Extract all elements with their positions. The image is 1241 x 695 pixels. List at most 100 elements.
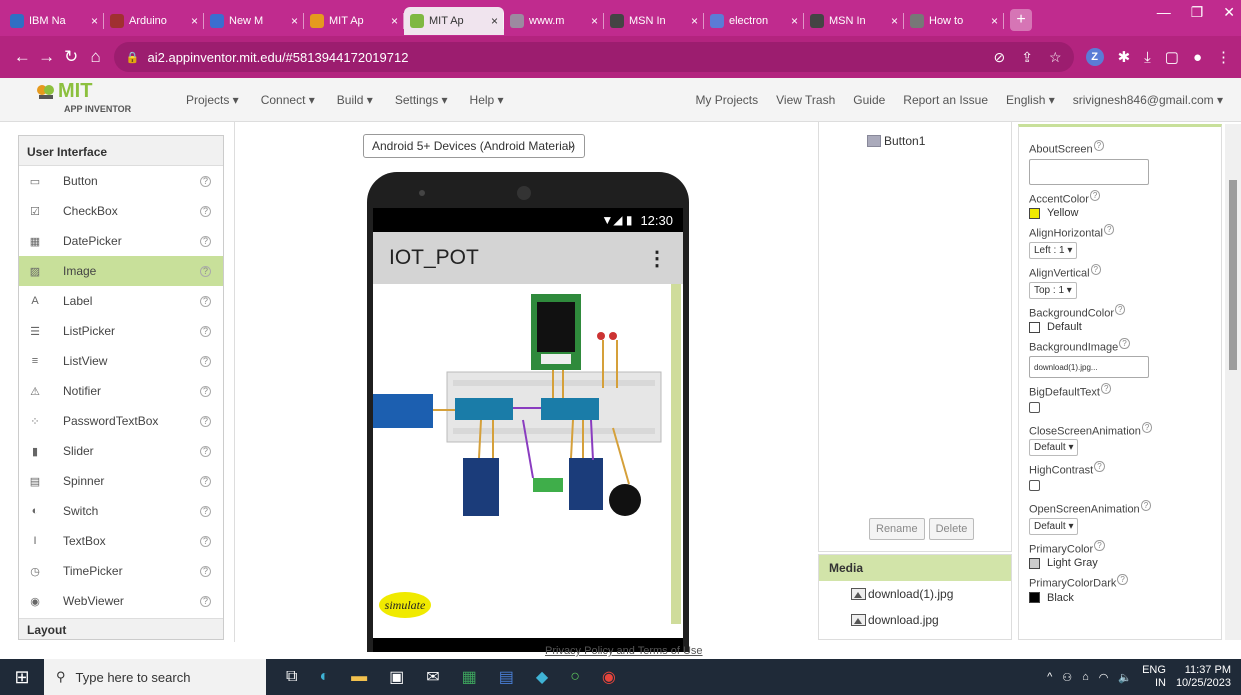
new-tab-button[interactable]: + xyxy=(1010,9,1032,31)
help-icon[interactable]: ? xyxy=(200,295,211,307)
word-icon[interactable]: ▤ xyxy=(499,667,514,687)
open-animation-dropdown[interactable]: Default ▾ xyxy=(1029,517,1079,535)
link-report-issue[interactable]: Report an Issue xyxy=(903,93,988,107)
circuit-diagram-image[interactable] xyxy=(373,288,669,548)
align-horizontal-dropdown[interactable]: Left : 1 ▾ xyxy=(1029,241,1078,259)
tab-close-icon[interactable]: × xyxy=(591,14,598,28)
simulate-button[interactable]: simulate xyxy=(379,592,431,618)
clock[interactable]: 11:37 PM 10/25/2023 xyxy=(1176,664,1231,690)
background-image-field[interactable]: download(1).jpg... xyxy=(1029,355,1149,378)
palette-item-button[interactable]: ▭ Button? xyxy=(19,166,223,196)
tracking-icon[interactable]: ⊘ xyxy=(994,49,1006,66)
about-screen-textarea[interactable] xyxy=(1029,158,1149,185)
menu-help[interactable]: Help ▾ xyxy=(470,93,504,107)
browser-menu-icon[interactable]: ⋮ xyxy=(1216,48,1231,66)
help-icon[interactable]: ? xyxy=(200,325,211,337)
tray-app-icon[interactable]: ⚇ xyxy=(1062,671,1072,684)
wifi-icon[interactable]: ◠ xyxy=(1099,671,1109,684)
profile-avatar-icon[interactable]: ● xyxy=(1193,49,1202,66)
link-guide[interactable]: Guide xyxy=(853,93,885,107)
tab-close-icon[interactable]: × xyxy=(991,14,998,28)
bookmark-star-icon[interactable]: ☆ xyxy=(1049,49,1062,66)
palette-item-passwordtextbox[interactable]: ⁘ PasswordTextBox? xyxy=(19,406,223,436)
page-scrollbar[interactable] xyxy=(1225,124,1241,640)
excel-icon[interactable]: ▦ xyxy=(462,667,477,687)
share-icon[interactable]: ⇪ xyxy=(1021,49,1033,66)
help-icon[interactable]: ? xyxy=(200,205,211,217)
restore-icon[interactable]: ❐ xyxy=(1191,4,1204,21)
browser-tab[interactable]: MSN In × xyxy=(604,7,704,35)
link-my-projects[interactable]: My Projects xyxy=(695,93,758,107)
palette-item-datepicker[interactable]: ▦ DatePicker? xyxy=(19,226,223,256)
extensions-puzzle-icon[interactable]: ✱ xyxy=(1118,48,1131,66)
edge-icon[interactable]: ◐ xyxy=(319,668,329,686)
tab-close-icon[interactable]: × xyxy=(291,14,298,28)
back-icon[interactable]: ← xyxy=(10,47,34,67)
palette-item-slider[interactable]: ▮ Slider? xyxy=(19,436,223,466)
palette-layout-header[interactable]: Layout xyxy=(19,618,223,639)
mit-app-inventor-logo[interactable]: MIT APP INVENTOR xyxy=(36,78,186,122)
palette-item-switch[interactable]: ◐ Switch? xyxy=(19,496,223,526)
minimize-icon[interactable]: — xyxy=(1157,4,1171,21)
help-icon[interactable]: ? xyxy=(200,385,211,397)
palette-item-checkbox[interactable]: ☑ CheckBox? xyxy=(19,196,223,226)
browser-tab[interactable]: Arduino × xyxy=(104,7,204,35)
rename-button[interactable]: Rename xyxy=(869,518,925,540)
big-default-text-checkbox[interactable] xyxy=(1029,401,1040,413)
palette-section-header[interactable]: User Interface xyxy=(19,136,223,166)
component-button1[interactable]: Button1 xyxy=(867,134,925,148)
browser-tab[interactable]: www.m × xyxy=(504,7,604,35)
media-file[interactable]: download.jpg xyxy=(819,607,1011,633)
primary-dark-color-picker[interactable]: Black xyxy=(1029,592,1221,604)
account-dropdown[interactable]: srivignesh846@gmail.com ▾ xyxy=(1073,93,1223,107)
palette-item-listpicker[interactable]: ☰ ListPicker? xyxy=(19,316,223,346)
browser-tab[interactable]: IBM Na × xyxy=(4,7,104,35)
palette-item-label[interactable]: A Label? xyxy=(19,286,223,316)
close-window-icon[interactable]: ✕ xyxy=(1223,4,1235,21)
device-select[interactable]: Android 5+ Devices (Android Material) ⌄ xyxy=(363,134,585,158)
tab-close-icon[interactable]: × xyxy=(191,14,198,28)
browser-tab[interactable]: electron × xyxy=(704,7,804,35)
windows-start-icon[interactable]: ⊞ xyxy=(0,667,44,688)
url-field[interactable]: 🔒 ai2.appinventor.mit.edu/#5813944172019… xyxy=(113,42,1074,72)
volume-icon[interactable]: 🔈 xyxy=(1118,671,1132,684)
link-view-trash[interactable]: View Trash xyxy=(776,93,835,107)
menu-connect[interactable]: Connect ▾ xyxy=(261,93,315,107)
help-icon[interactable]: ? xyxy=(200,445,211,457)
menu-settings[interactable]: Settings ▾ xyxy=(395,93,448,107)
help-icon[interactable]: ? xyxy=(200,505,211,517)
browser-tab[interactable]: How to × xyxy=(904,7,1004,35)
media-file[interactable]: download(1).jpg xyxy=(819,581,1011,607)
delete-button[interactable]: Delete xyxy=(928,518,975,540)
browser-tab[interactable]: MSN In × xyxy=(804,7,904,35)
taskbar-search[interactable]: ⚲ Type here to search xyxy=(44,659,266,695)
tab-close-icon[interactable]: × xyxy=(91,14,98,28)
language-dropdown[interactable]: English ▾ xyxy=(1006,93,1055,107)
language-indicator[interactable]: ENG IN xyxy=(1142,664,1166,690)
tab-close-icon[interactable]: × xyxy=(891,14,898,28)
app-icon[interactable]: ◆ xyxy=(536,667,548,687)
align-vertical-dropdown[interactable]: Top : 1 ▾ xyxy=(1029,281,1077,299)
help-icon[interactable]: ? xyxy=(200,175,211,187)
download-icon[interactable]: ⤓ xyxy=(1144,49,1151,66)
help-icon[interactable]: ? xyxy=(200,565,211,577)
tab-close-icon[interactable]: × xyxy=(691,14,698,28)
file-explorer-icon[interactable]: ▬ xyxy=(351,668,367,686)
menu-projects[interactable]: Projects ▾ xyxy=(186,93,239,107)
tab-close-icon[interactable]: × xyxy=(391,14,398,28)
help-icon[interactable]: ? xyxy=(200,475,211,487)
help-icon[interactable]: ? xyxy=(200,415,211,427)
circle-app-icon[interactable]: ○ xyxy=(570,668,580,686)
browser-tab[interactable]: MIT Ap × xyxy=(304,7,404,35)
tab-close-icon[interactable]: × xyxy=(491,14,498,28)
palette-item-listview[interactable]: ≡ ListView? xyxy=(19,346,223,376)
store-icon[interactable]: ▣ xyxy=(389,667,404,687)
help-icon[interactable]: ? xyxy=(200,595,211,607)
mail-icon[interactable]: ✉ xyxy=(426,667,439,687)
palette-item-notifier[interactable]: ⚠ Notifier? xyxy=(19,376,223,406)
reload-icon[interactable]: ↻ xyxy=(59,47,83,67)
browser-tab[interactable]: New M × xyxy=(204,7,304,35)
accent-color-picker[interactable]: Yellow xyxy=(1029,207,1221,219)
scrollbar-thumb[interactable] xyxy=(1229,180,1237,370)
sidebar-icon[interactable]: ▢ xyxy=(1165,48,1179,66)
